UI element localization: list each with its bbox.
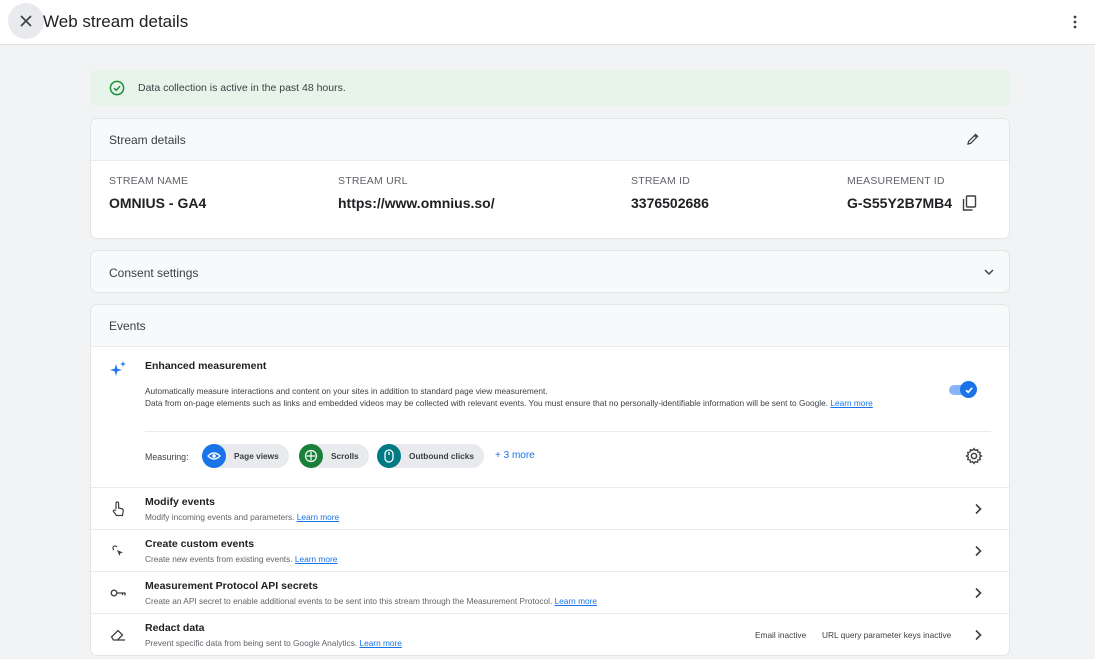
row-title: Modify events (145, 496, 216, 508)
enhanced-desc-line2-wrap: Data from on-page elements such as links… (145, 398, 953, 410)
row-desc-text: Create new events from existing events. (145, 554, 293, 564)
chevron-right-icon (975, 545, 982, 557)
row-modify-events[interactable]: Modify events Modify incoming events and… (91, 487, 1009, 529)
more-options-button[interactable] (1063, 9, 1087, 35)
events-header: Events (91, 305, 1009, 347)
stream-id-value: 3376502686 (631, 195, 709, 211)
stream-details-header: Stream details (91, 119, 1009, 161)
stream-id-label: STREAM ID (631, 175, 690, 187)
enhanced-measurement-description: Automatically measure interactions and c… (145, 386, 953, 409)
row-title: Create custom events (145, 538, 255, 550)
row-title: Redact data (145, 622, 205, 634)
row-desc-text: Modify incoming events and parameters. (145, 512, 295, 522)
measurement-id-field: MEASUREMENT ID G-S55Y2B7MB4 (847, 175, 977, 211)
row-create-custom-events[interactable]: Create custom events Create new events f… (91, 529, 1009, 571)
mouse-icon (377, 444, 401, 468)
stream-name-field: STREAM NAME OMNIUS - GA4 (109, 175, 206, 211)
touch-icon (109, 500, 127, 518)
top-app-bar: Web stream details (0, 0, 1095, 45)
learn-more-link[interactable]: Learn more (830, 398, 872, 408)
measuring-label: Measuring: (145, 452, 189, 462)
chip-outbound-clicks-label: Outbound clicks (409, 451, 474, 461)
row-desc-text: Create an API secret to enable additiona… (145, 596, 553, 606)
stream-url-field: STREAM URL https://www.omnius.so/ (338, 175, 495, 211)
chevron-right-icon (975, 587, 982, 599)
close-button[interactable] (8, 3, 44, 39)
row-description: Prevent specific data from being sent to… (145, 638, 402, 648)
gear-icon[interactable] (965, 447, 983, 465)
chip-scrolls-label: Scrolls (331, 451, 359, 461)
enhanced-desc-line1: Automatically measure interactions and c… (145, 386, 548, 396)
chip-page-views-label: Page views (234, 451, 279, 461)
measurement-id-row: G-S55Y2B7MB4 (847, 195, 977, 211)
measurement-id-label: MEASUREMENT ID (847, 175, 945, 187)
row-description: Modify incoming events and parameters. L… (145, 512, 339, 522)
eye-icon (202, 444, 226, 468)
divider (145, 431, 991, 432)
url-query-status-badge: URL query parameter keys inactive (822, 630, 952, 640)
copy-icon[interactable] (962, 195, 977, 211)
chip-page-views[interactable]: Page views (202, 444, 289, 468)
sparkle-click-icon (109, 542, 127, 560)
chip-scrolls[interactable]: Scrolls (299, 444, 369, 468)
enhanced-desc-line2: Data from on-page elements such as links… (145, 397, 829, 408)
page-title: Web stream details (43, 12, 189, 31)
email-status-badge: Email inactive (755, 630, 807, 640)
learn-more-link[interactable]: Learn more (297, 512, 339, 522)
row-redact-data[interactable]: Redact data Prevent specific data from b… (91, 613, 1009, 655)
status-banner: Data collection is active in the past 48… (91, 70, 1009, 106)
chip-outbound-clicks[interactable]: Outbound clicks (377, 444, 484, 468)
close-icon (20, 15, 32, 27)
scroll-icon (299, 444, 323, 468)
enhanced-measurement-title: Enhanced measurement (145, 360, 267, 372)
learn-more-link[interactable]: Learn more (359, 638, 401, 648)
check-circle-icon (109, 80, 125, 96)
chevron-down-icon[interactable] (983, 268, 995, 276)
row-measurement-protocol[interactable]: Measurement Protocol API secrets Create … (91, 571, 1009, 613)
eraser-icon (109, 626, 127, 644)
more-vert-icon (1073, 15, 1077, 29)
row-desc-text: Prevent specific data from being sent to… (145, 638, 358, 648)
edit-icon[interactable] (966, 132, 980, 146)
status-text: Data collection is active in the past 48… (138, 82, 346, 94)
toggle-knob (960, 381, 977, 398)
stream-details-card: Stream details STREAM NAME OMNIUS - GA4 … (91, 119, 1009, 238)
stream-name-label: STREAM NAME (109, 175, 189, 187)
sparkle-icon (110, 361, 126, 376)
stream-details-heading: Stream details (109, 133, 186, 147)
row-description: Create an API secret to enable additiona… (145, 596, 597, 606)
more-measuring-link[interactable]: + 3 more (495, 450, 535, 461)
enhanced-measurement-toggle[interactable] (949, 381, 977, 398)
row-description: Create new events from existing events. … (145, 554, 337, 564)
consent-settings-heading: Consent settings (109, 266, 199, 280)
check-icon (964, 386, 973, 393)
events-card: Events Enhanced measurement Automaticall… (91, 305, 1009, 655)
key-icon (109, 584, 127, 602)
stream-id-field: STREAM ID 3376502686 (631, 175, 709, 211)
measurement-id-value: G-S55Y2B7MB4 (847, 195, 953, 211)
chevron-right-icon (975, 629, 982, 641)
chevron-right-icon (975, 503, 982, 515)
learn-more-link[interactable]: Learn more (295, 554, 337, 564)
learn-more-link[interactable]: Learn more (555, 596, 597, 606)
row-title: Measurement Protocol API secrets (145, 580, 318, 592)
stream-url-value: https://www.omnius.so/ (338, 195, 495, 211)
events-heading: Events (109, 319, 146, 333)
consent-settings-card[interactable]: Consent settings (91, 251, 1009, 292)
stream-url-label: STREAM URL (338, 175, 408, 187)
stream-name-value: OMNIUS - GA4 (109, 195, 207, 211)
